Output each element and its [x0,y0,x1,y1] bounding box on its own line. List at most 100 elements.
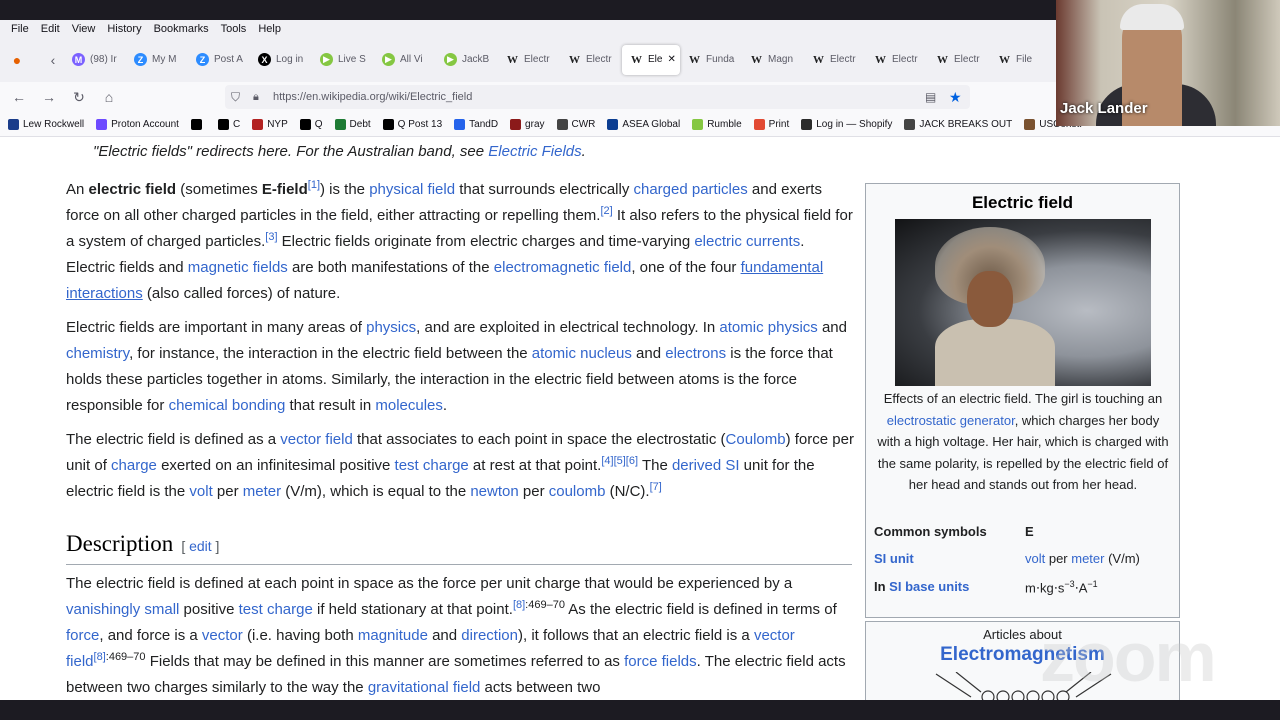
hatnote-link[interactable]: Electric Fields [488,143,581,160]
link-atomic-nucleus[interactable]: atomic nucleus [532,345,632,362]
link-electromagnetic-field[interactable]: electromagnetic field [494,259,632,276]
ref-link[interactable]: [4][5][6] [601,455,638,467]
link-test-charge[interactable]: test charge [239,601,313,618]
link-si-base-units[interactable]: SI base units [889,579,969,594]
tab[interactable]: W Electr [560,45,622,75]
link-atomic-physics[interactable]: atomic physics [719,319,817,336]
close-tab-icon[interactable]: ✕ [667,54,675,65]
link-derived-si[interactable]: derived SI [672,457,740,474]
bookmark-item[interactable]: JACK BREAKS OUT [904,118,1012,130]
link-charge[interactable]: charge [111,457,157,474]
link-gravitational-field[interactable]: gravitational field [368,679,481,696]
tab[interactable]: ▶ Live S [312,45,374,75]
tab[interactable]: W Ele ✕ [622,44,680,75]
menu-edit[interactable]: Edit [36,23,65,35]
link-force-fields[interactable]: force fields [624,653,697,670]
tab[interactable]: W Electr [498,45,560,75]
tab[interactable]: W Electr [866,45,928,75]
bookmark-item[interactable]: Print [753,118,789,130]
tab[interactable]: M (98) Ir [64,45,126,75]
tab[interactable]: W File [990,45,1052,75]
reload-icon[interactable]: ↻ [68,86,90,108]
link-physical-field[interactable]: physical field [369,181,455,198]
home-icon[interactable]: ⌂ [98,86,120,108]
tab-scroll-left-icon[interactable]: ‹ [42,49,64,71]
link-si-unit[interactable]: SI unit [874,551,914,566]
link-volt[interactable]: volt [1025,551,1045,566]
bookmark-favicon-icon [382,118,394,130]
forward-icon[interactable]: → [38,86,60,108]
bookmark-item[interactable]: TandD [454,118,498,130]
link-charged-particles[interactable]: charged particles [634,181,748,198]
link-coulomb-law[interactable]: Coulomb [726,431,786,448]
link-chemistry[interactable]: chemistry [66,345,129,362]
infobox-image[interactable] [895,219,1151,386]
bookmark-item[interactable]: Q Post 13 [382,118,442,130]
bookmark-item[interactable]: ASEA Global [607,118,680,130]
link-coulomb[interactable]: coulomb [549,483,606,500]
link-physics[interactable]: physics [366,319,416,336]
link-vector[interactable]: vector [202,627,243,644]
link-chemical-bonding[interactable]: chemical bonding [169,397,286,414]
bookmark-label: Rumble [707,118,742,130]
address-bar[interactable]: ⛉ 🔒︎ https://en.wikipedia.org/wiki/Elect… [225,85,970,109]
link-magnitude[interactable]: magnitude [358,627,428,644]
link-test-charge[interactable]: test charge [395,457,469,474]
menu-file[interactable]: File [6,23,34,35]
tab-label: File [1016,54,1033,65]
ref-link[interactable]: [3] [265,231,277,243]
link-meter[interactable]: meter [1071,551,1104,566]
tab[interactable]: W Magn [742,45,804,75]
lock-icon[interactable]: 🔒︎ [253,91,259,104]
bookmark-favicon-icon [96,118,108,130]
bookmark-item[interactable]: Debt [334,118,371,130]
bookmark-item[interactable]: CWR [556,118,595,130]
bookmark-item[interactable]: NYP [252,118,288,130]
ref-link[interactable]: [8] [513,599,525,611]
bookmark-item[interactable]: gray [510,118,545,130]
menu-view[interactable]: View [67,23,101,35]
ref-link[interactable]: [7] [650,481,662,493]
link-vanishingly-small[interactable]: vanishingly small [66,601,179,618]
bookmark-item[interactable] [190,118,206,130]
firefox-view-icon[interactable]: ● [6,49,28,71]
link-molecules[interactable]: molecules [375,397,443,414]
back-icon[interactable]: ← [8,86,30,108]
ref-link[interactable]: [1] [308,179,320,191]
shield-icon[interactable]: ⛉ [231,90,240,105]
menu-history[interactable]: History [102,23,146,35]
tab[interactable]: Z Post A [188,45,250,75]
tab[interactable]: ▶ JackB [436,45,498,75]
bookmark-item[interactable]: Lew Rockwell [8,118,84,130]
link-electric-currents[interactable]: electric currents [694,233,800,250]
ref-link[interactable]: [8] [94,651,106,663]
menu-bookmarks[interactable]: Bookmarks [149,23,214,35]
tab[interactable]: X Log in [250,45,312,75]
link-magnetic-fields[interactable]: magnetic fields [188,259,288,276]
bookmark-item[interactable]: C [217,118,240,130]
url-text[interactable]: https://en.wikipedia.org/wiki/Electric_f… [273,91,472,103]
tab[interactable]: W Electr [804,45,866,75]
link-newton[interactable]: newton [470,483,518,500]
link-direction[interactable]: direction [461,627,518,644]
bookmark-item[interactable]: Log in — Shopify [801,118,892,130]
tab[interactable]: Z My M [126,45,188,75]
bookmark-star-icon[interactable]: ★ [949,89,962,106]
bookmark-item[interactable]: Q [299,118,323,130]
bookmark-item[interactable]: Proton Account [96,118,179,130]
edit-link[interactable]: edit [189,538,212,554]
bookmark-item[interactable]: Rumble [692,118,742,130]
link-electrons[interactable]: electrons [665,345,726,362]
link-volt[interactable]: volt [189,483,212,500]
menu-tools[interactable]: Tools [216,23,252,35]
reader-view-icon[interactable]: ▤ [925,90,936,104]
link-vector-field[interactable]: vector field [280,431,353,448]
tab[interactable]: W Electr [928,45,990,75]
link-electrostatic-generator[interactable]: electrostatic generator [887,413,1015,428]
tab[interactable]: W Funda [680,45,742,75]
menu-help[interactable]: Help [253,23,286,35]
tab[interactable]: ▶ All Vi [374,45,436,75]
ref-link[interactable]: [2] [600,205,612,217]
link-meter[interactable]: meter [243,483,281,500]
link-force[interactable]: force [66,627,99,644]
